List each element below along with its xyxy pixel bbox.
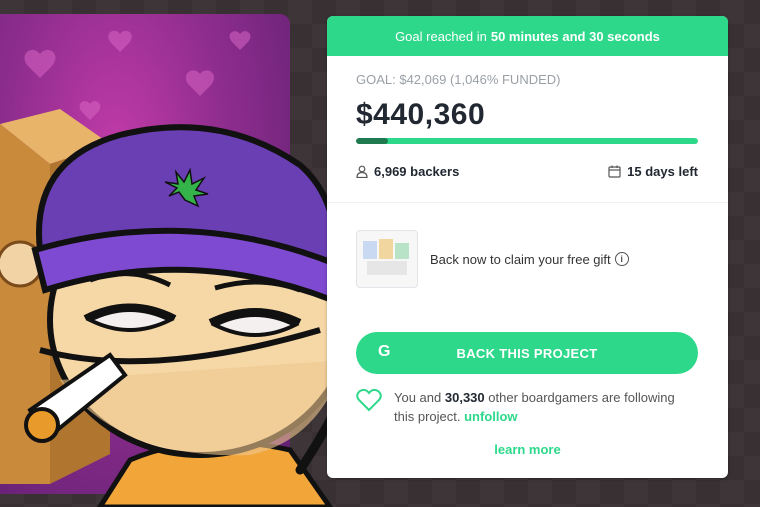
follower-count: 30,330	[444, 390, 485, 405]
campaign-stats: 6,969 backers 15 days left	[356, 162, 698, 180]
backers-count: 6,969 backers	[374, 163, 460, 179]
goal-banner-time: 50 minutes and 30 seconds	[490, 28, 660, 44]
campaign-image	[0, 14, 290, 494]
heart-icon[interactable]	[356, 388, 382, 417]
game-box	[0, 109, 110, 484]
back-button-label: BACK THIS PROJECT	[456, 345, 598, 361]
goal-banner-prefix: Goal reached in	[395, 28, 487, 44]
divider	[327, 202, 728, 203]
goal-summary: GOAL: $42,069 (1,046% FUNDED)	[356, 72, 561, 87]
gift-message: Back now to claim your free gift i	[430, 252, 629, 267]
unfollow-link[interactable]: unfollow	[464, 409, 517, 424]
amount-raised: $440,360	[356, 98, 486, 131]
gift-text: Back now to claim your free gift	[430, 251, 611, 267]
user-icon	[356, 165, 368, 178]
progress-goal-mark	[356, 138, 388, 144]
follow-prefix: You and	[394, 390, 442, 405]
calendar-icon	[608, 165, 621, 178]
follow-text: You and 30,330 other boardgamers are fol…	[394, 388, 698, 426]
backers-stat: 6,969 backers	[356, 164, 459, 179]
hearts-pattern	[0, 30, 262, 484]
days-left-value: 15 days left	[627, 163, 698, 179]
days-left-stat: 15 days left	[608, 164, 698, 179]
info-icon[interactable]: i	[614, 252, 629, 266]
follow-info: You and 30,330 other boardgamers are fol…	[356, 388, 698, 426]
funding-panel: Goal reached in 50 minutes and 30 second…	[327, 16, 728, 478]
progress-fill	[356, 138, 698, 144]
back-this-project-button[interactable]: G BACK THIS PROJECT	[356, 332, 698, 374]
goal-reached-banner: Goal reached in 50 minutes and 30 second…	[327, 16, 728, 56]
funding-progress-bar	[356, 138, 698, 144]
learn-more-link[interactable]: learn more	[327, 442, 728, 457]
gamefound-logo-icon: G	[378, 343, 391, 360]
gift-thumbnail[interactable]	[356, 230, 418, 288]
free-gift-offer[interactable]: Back now to claim your free gift i	[356, 230, 629, 288]
